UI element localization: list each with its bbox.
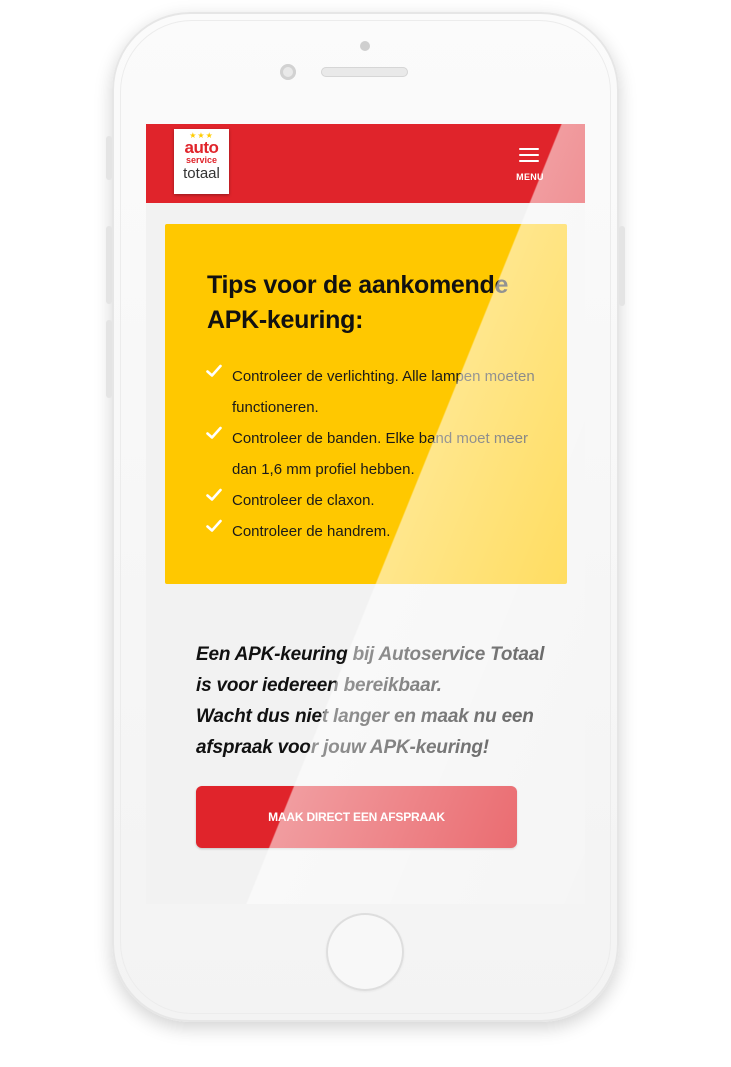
menu-label: MENU xyxy=(516,172,544,182)
tip-text: Controleer de banden. Elke band moet mee… xyxy=(232,430,529,478)
check-icon xyxy=(206,364,222,377)
logo-text-auto: auto xyxy=(184,138,219,157)
tips-box: Tips voor de aankomende APK-keuring: Con… xyxy=(165,224,567,584)
menu-button[interactable]: MENU xyxy=(506,144,554,186)
tips-list: Controleer de verlichting. Alle lampen m… xyxy=(205,361,545,547)
list-item: Controleer de banden. Elke band moet mee… xyxy=(205,423,545,485)
mockup-stage: ★★★ auto service totaal MENU Tips voor d… xyxy=(0,0,731,1067)
logo-text-service: service xyxy=(185,155,218,165)
check-icon xyxy=(206,488,222,501)
cta-text-line: Een APK-keuring bij Autoservice Totaal xyxy=(196,644,545,665)
list-item: Controleer de claxon. xyxy=(205,485,545,516)
phone-screen: ★★★ auto service totaal MENU Tips voor d… xyxy=(146,124,585,904)
phone-side-button-volume-down xyxy=(106,320,112,398)
check-icon xyxy=(206,426,222,439)
tip-text: Controleer de verlichting. Alle lampen m… xyxy=(232,368,535,416)
site-header: ★★★ auto service totaal MENU xyxy=(146,124,585,203)
site-logo[interactable]: ★★★ auto service totaal xyxy=(174,129,229,194)
front-camera xyxy=(280,64,296,80)
tips-title: Tips voor de aankomende APK-keuring: xyxy=(207,271,509,334)
proximity-sensor xyxy=(360,41,370,51)
cta-text: Een APK-keuring bij Autoservice Totaal i… xyxy=(196,639,576,763)
tip-text: Controleer de handrem. xyxy=(232,523,391,540)
logo-text-totaal: totaal xyxy=(183,165,220,182)
cta-text-line: is voor iedereen bereikbaar. xyxy=(196,675,442,696)
earpiece-speaker xyxy=(321,67,408,77)
cta-text-line: Wacht dus niet langer en maak nu een xyxy=(196,706,534,727)
make-appointment-button[interactable]: MAAK DIRECT EEN AFSPRAAK xyxy=(196,786,517,848)
phone-side-button-volume-up xyxy=(106,226,112,304)
home-button[interactable] xyxy=(326,913,404,991)
cta-text-line: afspraak voor jouw APK-keuring! xyxy=(196,737,489,758)
tip-text: Controleer de claxon. xyxy=(232,492,375,509)
list-item: Controleer de handrem. xyxy=(205,516,545,547)
phone-side-button-power xyxy=(619,226,625,306)
list-item: Controleer de verlichting. Alle lampen m… xyxy=(205,361,545,423)
phone-side-button-mute xyxy=(106,136,112,180)
check-icon xyxy=(206,519,222,532)
hamburger-icon xyxy=(519,148,539,162)
